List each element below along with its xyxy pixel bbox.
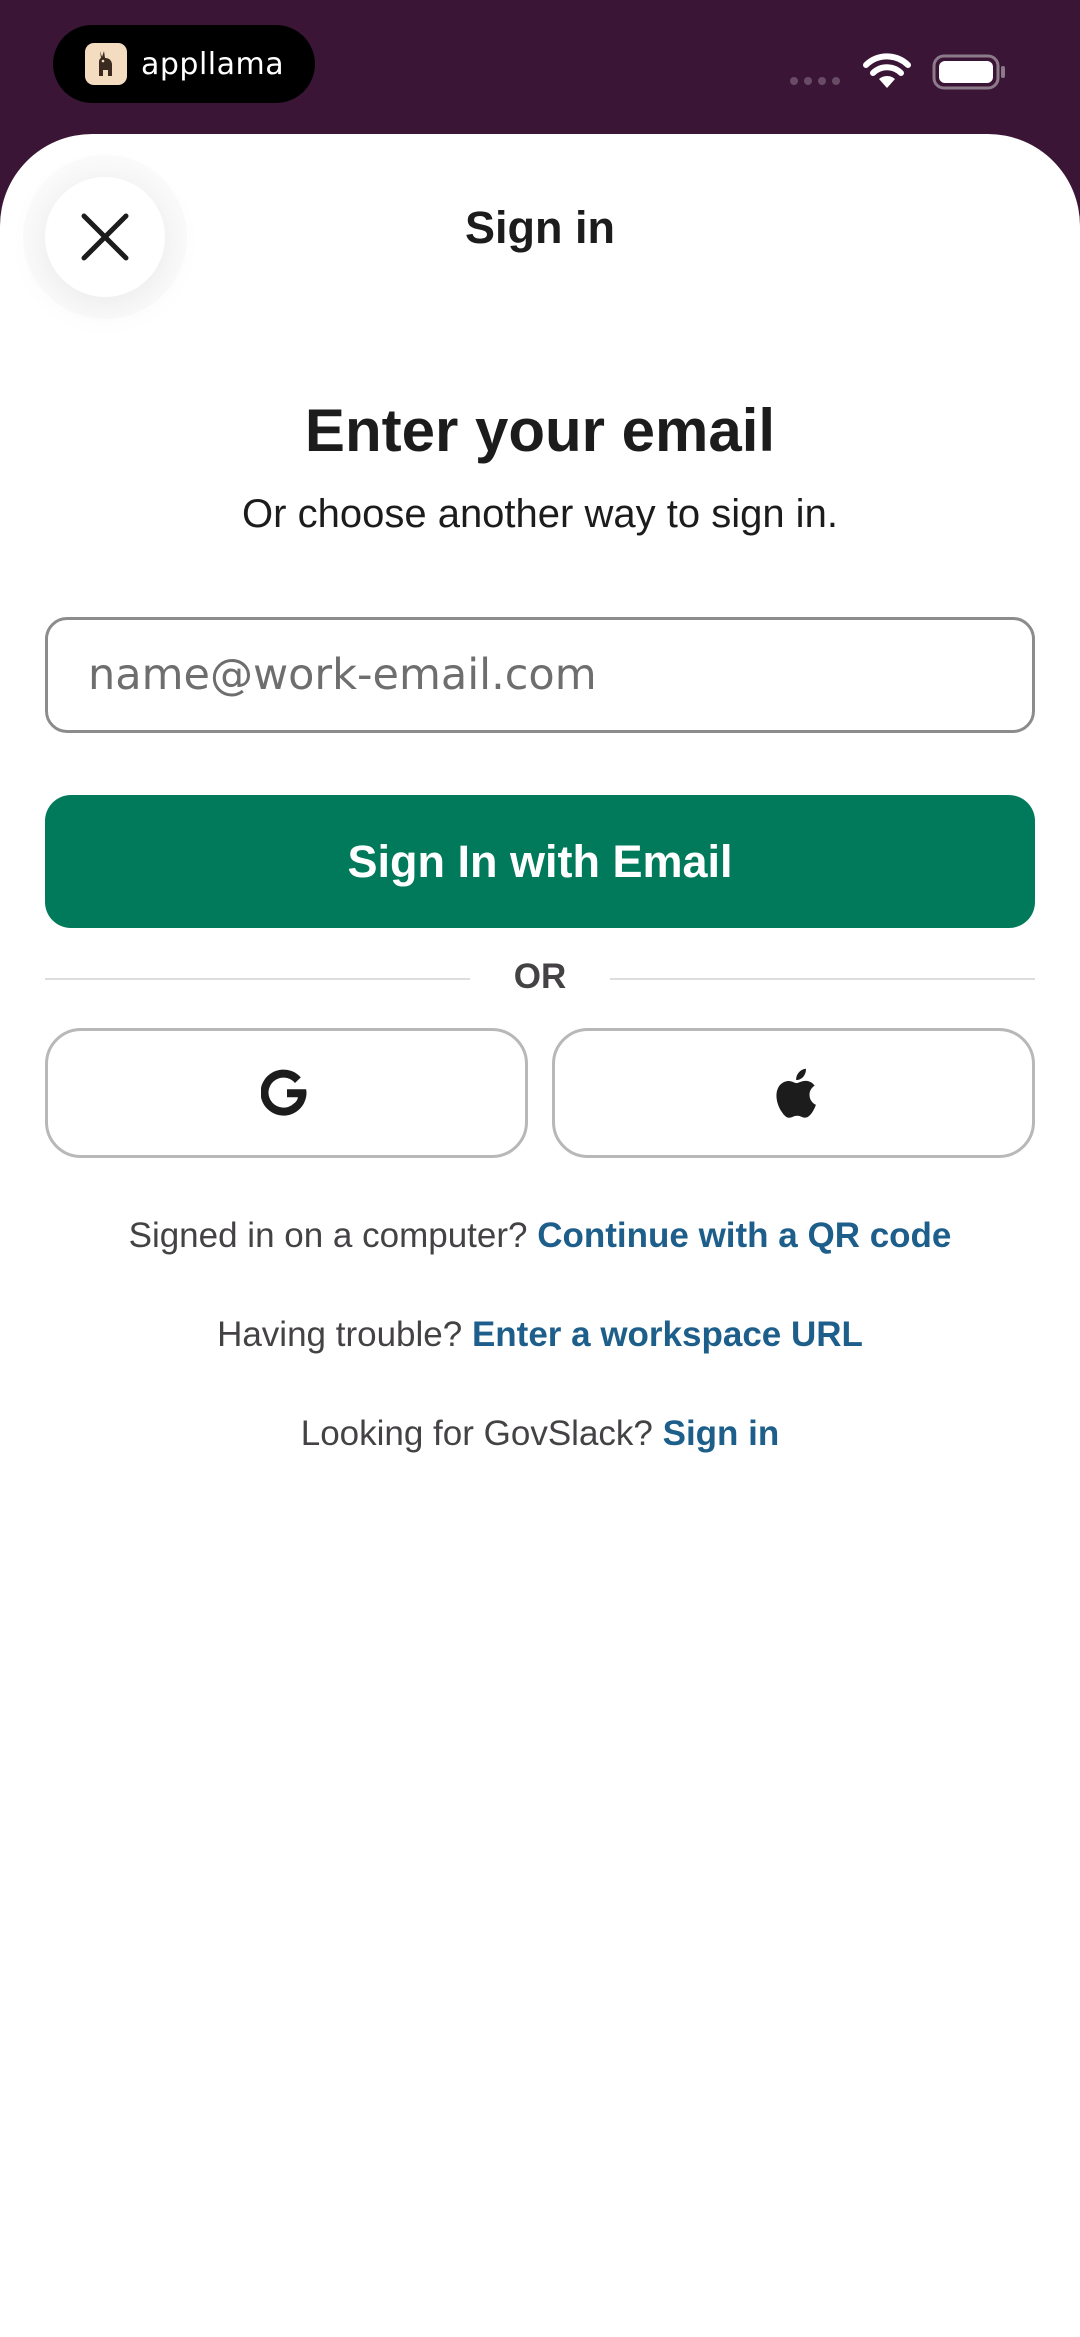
qr-help-text: Signed in on a computer? xyxy=(128,1216,528,1255)
qr-code-help: Signed in on a computer? Continue with a… xyxy=(0,1216,1080,1256)
cellular-signal-icon xyxy=(790,77,840,85)
divider-right xyxy=(610,978,1035,980)
status-bar: appllama xyxy=(0,0,1080,134)
workspace-help-text: Having trouble? xyxy=(217,1315,463,1354)
apple-sign-in-button[interactable] xyxy=(552,1028,1035,1158)
sign-in-sheet: Sign in Enter your email Or choose anoth… xyxy=(0,134,1080,2337)
google-sign-in-button[interactable] xyxy=(45,1028,528,1158)
battery-icon xyxy=(932,54,1005,90)
email-input[interactable] xyxy=(45,617,1035,733)
subhead: Or choose another way to sign in. xyxy=(242,492,838,536)
govslack-help-text: Looking for GovSlack? xyxy=(300,1414,653,1453)
enter-workspace-url-link[interactable]: Enter a workspace URL xyxy=(472,1315,863,1354)
govslack-sign-in-link[interactable]: Sign in xyxy=(663,1414,780,1453)
apple-icon xyxy=(775,1068,816,1118)
brand-pill: appllama xyxy=(53,25,315,103)
page-title: Sign in xyxy=(465,202,615,253)
brand-name: appllama xyxy=(141,46,285,82)
govslack-help: Looking for GovSlack? Sign in xyxy=(0,1414,1080,1454)
workspace-help: Having trouble? Enter a workspace URL xyxy=(0,1315,1080,1355)
llama-logo-icon xyxy=(85,43,127,85)
google-icon xyxy=(260,1069,306,1116)
headline: Enter your email xyxy=(304,397,776,464)
divider-label: OR xyxy=(513,957,567,996)
sign-in-with-email-button[interactable]: Sign In with Email xyxy=(45,795,1035,928)
wifi-icon xyxy=(863,53,911,88)
continue-with-qr-code-link[interactable]: Continue with a QR code xyxy=(537,1216,951,1255)
